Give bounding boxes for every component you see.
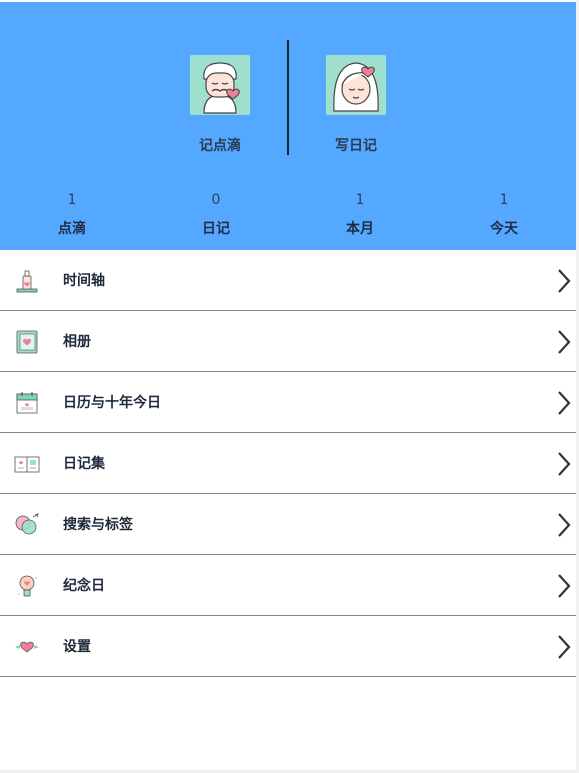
record-moment-button[interactable]: 记点滴 [170,55,270,175]
chevron-right-icon [558,513,571,537]
menu-item-anniversary[interactable]: 纪念日 [0,555,576,616]
stat-diaries-value: 0 [211,192,221,208]
chevron-right-icon [558,269,571,293]
app-screen: 记点滴 写日记 1 点滴 0 日记 1 本月 1 今天 时间轴 相册 日历与十年… [0,0,576,770]
menu-item-search-tags[interactable]: 搜索与标签 [0,494,576,555]
chevron-right-icon [558,391,571,415]
menu-item-diary-collection[interactable]: 日记集 [0,433,576,494]
menu-list: 时间轴 相册 日历与十年今日 日记集 搜索与标签 纪念日 设置 [0,250,576,677]
menu-item-calendar-label: 日历与十年今日 [63,395,161,411]
settings-heart-icon [14,634,40,660]
record-moment-label: 记点滴 [199,138,241,154]
chevron-right-icon [558,330,571,354]
stat-moments-value: 1 [67,192,77,208]
header-divider [287,40,289,155]
menu-item-album[interactable]: 相册 [0,311,576,372]
stat-this-month[interactable]: 1 本月 [288,192,432,238]
write-diary-label: 写日记 [335,138,377,154]
menu-item-timeline-label: 时间轴 [63,273,105,289]
menu-item-settings[interactable]: 设置 [0,616,576,677]
stat-diaries[interactable]: 0 日记 [144,192,288,238]
old-man-avatar-icon [190,55,250,115]
chevron-right-icon [558,635,571,659]
album-icon [14,329,40,355]
stat-moments[interactable]: 1 点滴 [0,192,144,238]
stat-today-value: 1 [499,192,509,208]
stat-diaries-label: 日记 [202,221,230,237]
menu-item-album-label: 相册 [63,334,91,350]
stat-this-month-label: 本月 [346,221,374,237]
stat-today[interactable]: 1 今天 [432,192,576,238]
stat-today-label: 今天 [490,221,518,237]
chevron-right-icon [558,574,571,598]
diary-collection-icon [14,451,40,477]
write-diary-button[interactable]: 写日记 [306,55,406,175]
calendar-icon [14,390,40,416]
stat-this-month-value: 1 [355,192,365,208]
menu-item-calendar[interactable]: 日历与十年今日 [0,372,576,433]
menu-item-settings-label: 设置 [63,639,91,655]
menu-item-diary-collection-label: 日记集 [63,456,105,472]
menu-item-anniversary-label: 纪念日 [63,578,105,594]
menu-item-search-tags-label: 搜索与标签 [63,517,133,533]
anniversary-bulb-icon [14,573,40,599]
menu-item-timeline[interactable]: 时间轴 [0,250,576,311]
chevron-right-icon [558,452,571,476]
header-panel: 记点滴 写日记 1 点滴 0 日记 1 本月 1 今天 [0,2,576,250]
girl-avatar-icon [326,55,386,115]
search-tag-icon [14,512,40,538]
timeline-bottle-icon [14,268,40,294]
stat-moments-label: 点滴 [58,221,86,237]
